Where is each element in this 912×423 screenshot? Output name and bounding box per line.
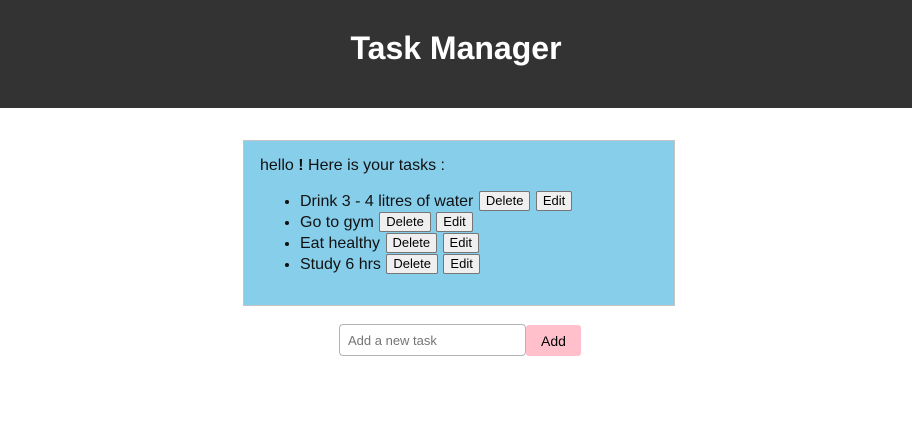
app-header: Task Manager	[0, 0, 912, 108]
tasks-panel: hello ! Here is your tasks : Drink 3 - 4…	[243, 140, 675, 306]
task-item: Drink 3 - 4 litres of water Delete Edit	[300, 191, 573, 212]
task-item: Go to gym Delete Edit	[300, 212, 572, 233]
edit-task-button[interactable]: Edit	[436, 212, 473, 232]
new-task-input[interactable]	[339, 324, 526, 356]
add-task-form: Add	[339, 324, 581, 356]
task-text: Study 6 hrs	[300, 256, 381, 273]
task-text: Eat healthy	[300, 235, 381, 252]
edit-task-button[interactable]: Edit	[442, 233, 479, 253]
delete-task-button[interactable]: Delete	[386, 254, 438, 274]
delete-task-button[interactable]: Delete	[379, 212, 431, 232]
delete-task-button[interactable]: Delete	[385, 233, 438, 253]
page-title: Task Manager	[350, 29, 562, 66]
edit-task-button[interactable]: Edit	[535, 191, 573, 211]
task-text: Drink 3 - 4 litres of water	[300, 193, 474, 210]
greeting-text: hello ! Here is your tasks :	[260, 157, 445, 175]
edit-task-button[interactable]: Edit	[443, 254, 480, 274]
task-list: Drink 3 - 4 litres of water Delete Edit …	[284, 191, 573, 275]
task-text: Go to gym	[300, 214, 374, 231]
delete-task-button[interactable]: Delete	[478, 191, 531, 211]
task-item: Eat healthy Delete Edit	[300, 233, 572, 254]
add-task-button[interactable]: Add	[526, 325, 581, 356]
greeting-suffix: Here is your tasks :	[303, 157, 445, 174]
greeting-prefix: hello	[260, 157, 299, 174]
task-item: Study 6 hrs Delete Edit	[300, 254, 572, 275]
